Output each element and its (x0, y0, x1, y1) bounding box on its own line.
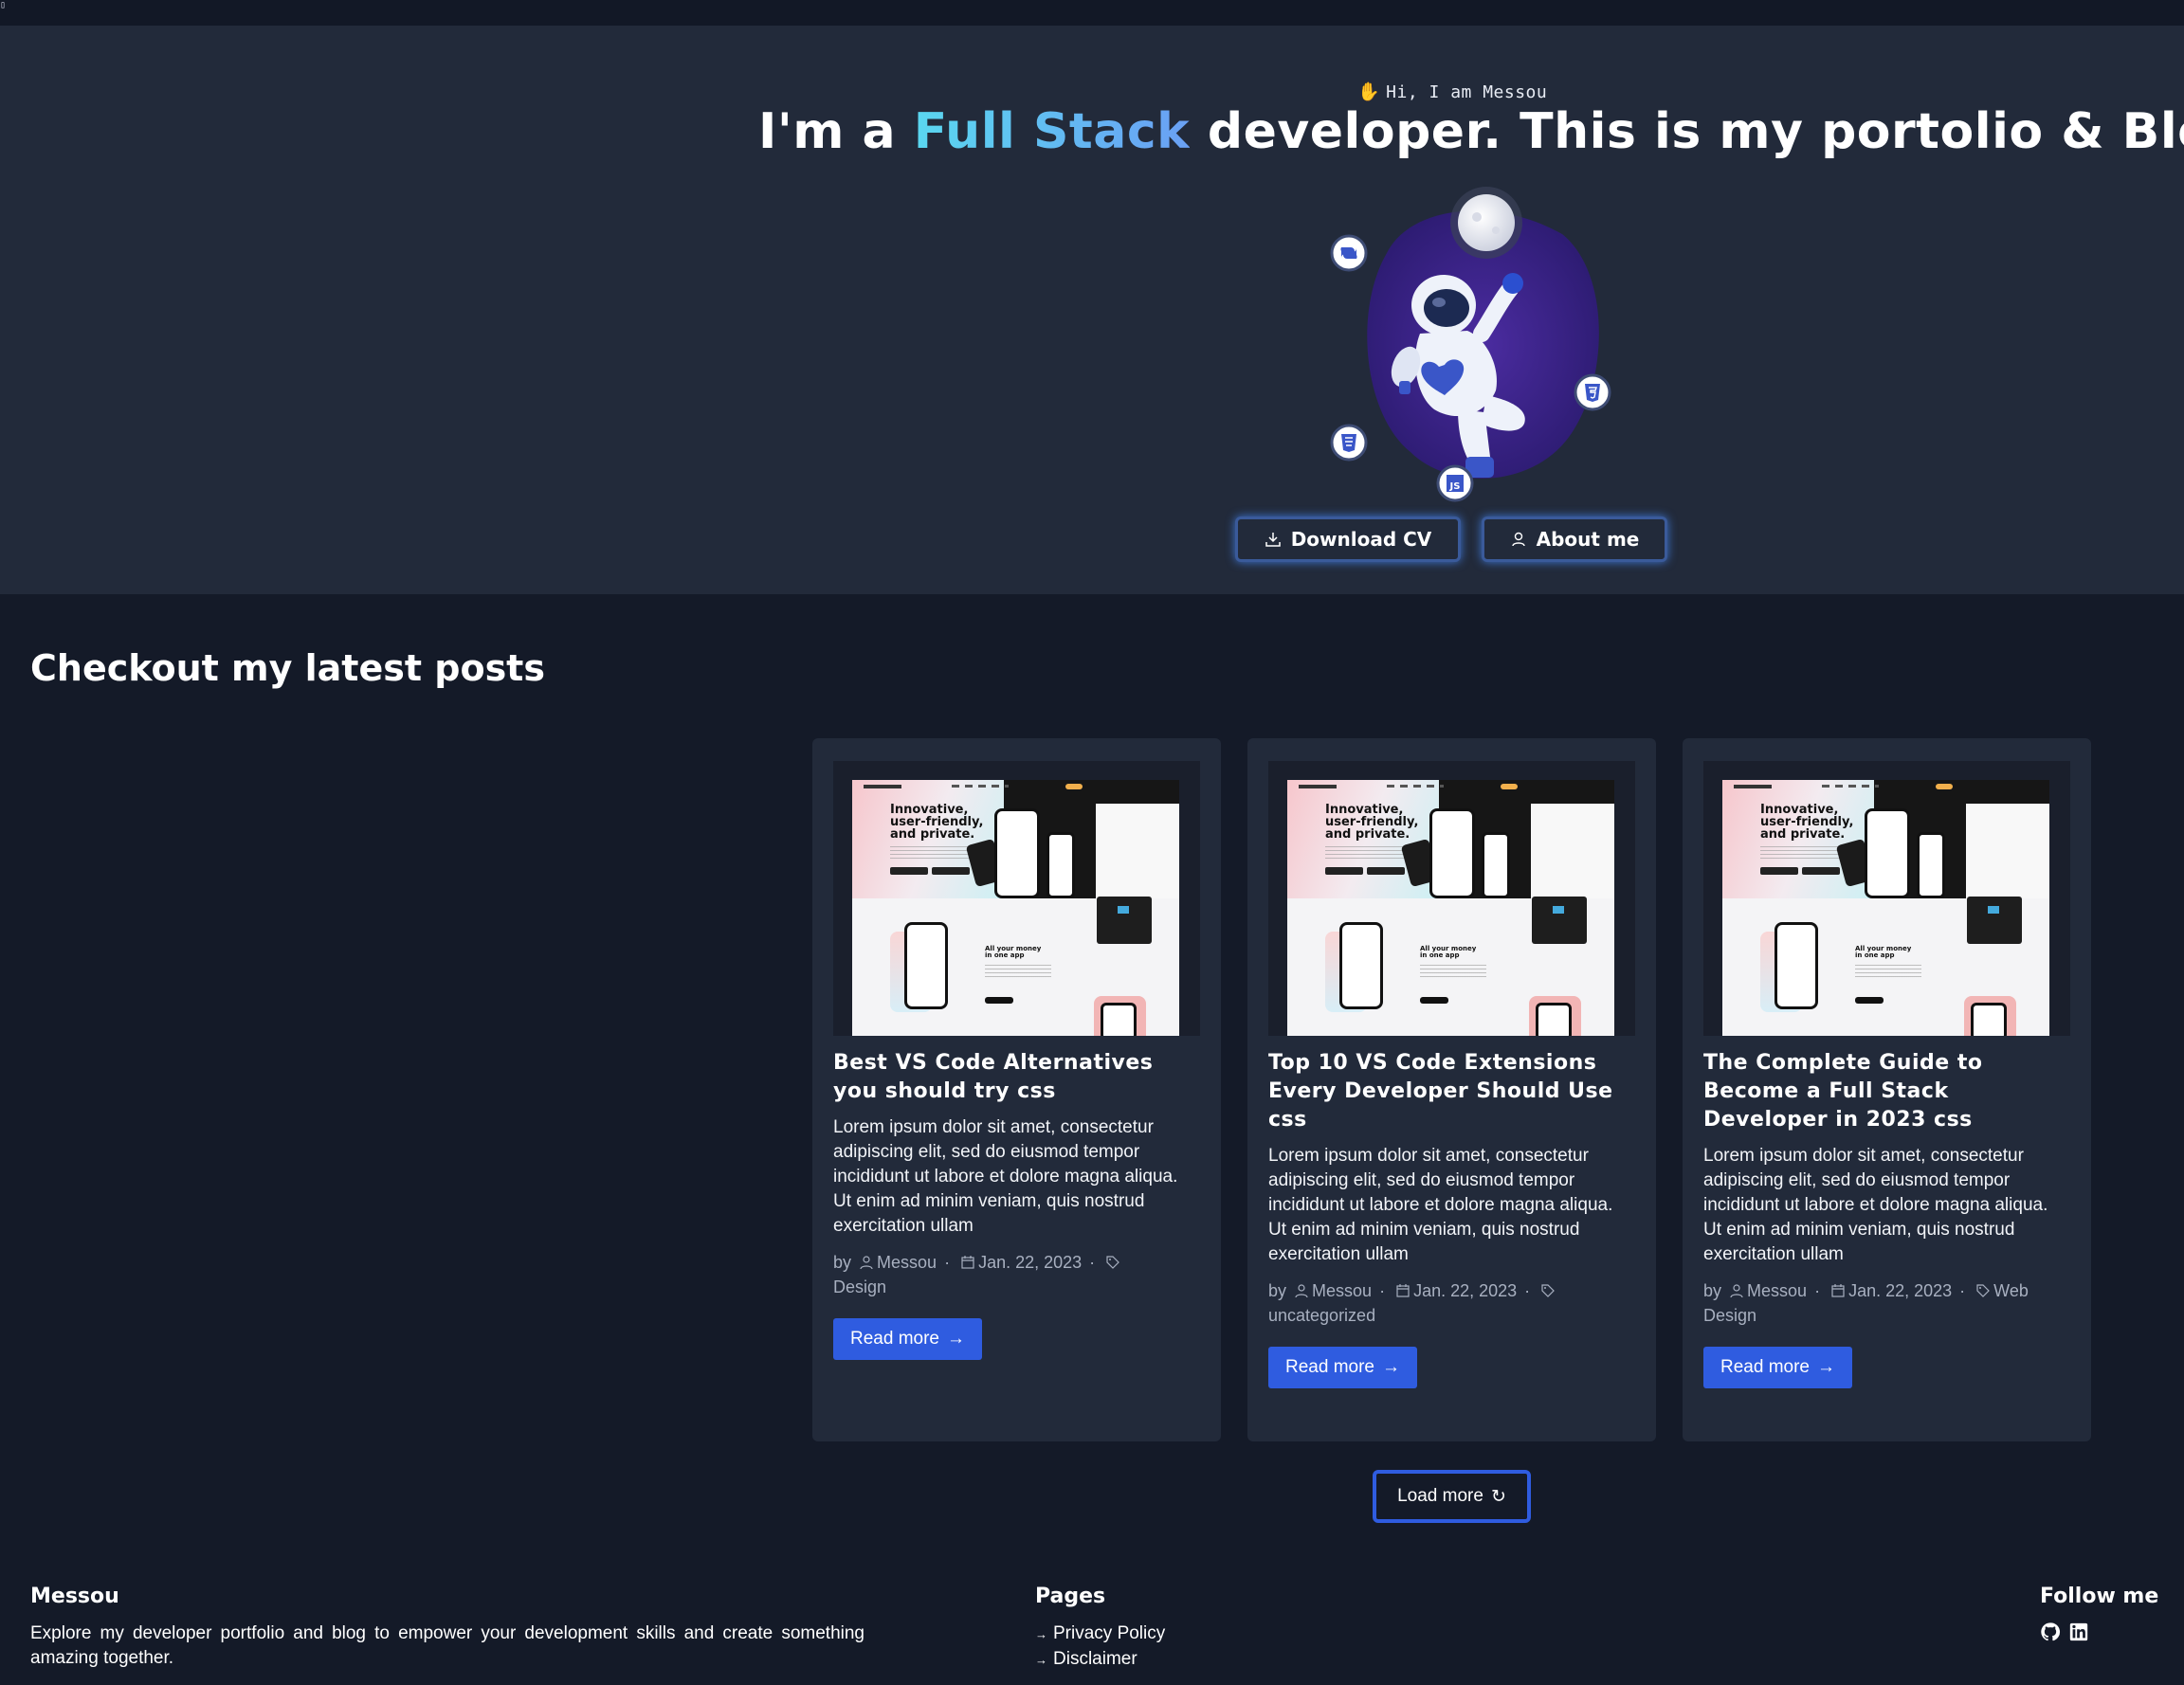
about-me-button[interactable]: About me (1482, 516, 1667, 562)
html5-icon (1574, 373, 1611, 411)
about-me-label: About me (1536, 528, 1640, 551)
arrow-right-icon: → (1035, 1653, 1047, 1667)
read-more-label: Read more (1285, 1357, 1374, 1377)
posts-grid: Innovative, user-friendly, and private. … (812, 738, 2091, 1441)
post-category[interactable]: Design (833, 1277, 886, 1296)
top-bar: ▯ (0, 0, 2184, 26)
github-icon[interactable] (2040, 1622, 2061, 1642)
arrow-right-icon: → (1817, 1357, 1835, 1377)
post-thumbnail[interactable]: Innovative, user-friendly, and private. … (1703, 761, 2070, 1036)
post-card: Innovative, user-friendly, and private. … (812, 738, 1221, 1441)
post-author[interactable]: Messou (1747, 1281, 1807, 1300)
post-card: Innovative, user-friendly, and private. … (1683, 738, 2091, 1441)
footer-brand: Messou (30, 1585, 119, 1608)
headline-pre: I'm a (758, 103, 914, 160)
arrow-right-icon: → (1035, 1627, 1047, 1641)
refresh-icon: ↻ (1490, 1486, 1506, 1507)
meta-by: by (1268, 1281, 1287, 1300)
css3-icon (1330, 424, 1368, 462)
thumbnail-heading: Innovative, user-friendly, and private. (1760, 803, 1854, 842)
user-icon (1295, 1284, 1308, 1298)
astronaut-illustration: JS (1330, 187, 1611, 502)
meta-by: by (833, 1253, 852, 1272)
post-date: Jan. 22, 2023 (1848, 1281, 1953, 1300)
hero-section: ✋ Hi, I am Messou I'm a Full Stack develo… (0, 26, 2184, 594)
footer-link-label: Disclaimer (1053, 1649, 1138, 1669)
tag-icon (1541, 1284, 1556, 1297)
footer-tagline: Explore my developer portfolio and blog … (30, 1623, 864, 1668)
hero-buttons: Download CV About me (1235, 516, 1667, 562)
read-more-label: Read more (850, 1329, 939, 1349)
arrow-right-icon: → (947, 1329, 965, 1349)
load-more-button[interactable]: Load more ↻ (1373, 1470, 1531, 1523)
calendar-icon (961, 1256, 974, 1269)
meta-by: by (1703, 1281, 1722, 1300)
download-cv-label: Download CV (1290, 528, 1432, 551)
user-icon (1730, 1284, 1743, 1298)
thumbnail-subheading: All your money in one app (985, 945, 1042, 959)
python-icon (1330, 234, 1368, 272)
tag-icon (1106, 1256, 1120, 1269)
post-thumbnail[interactable]: Innovative, user-friendly, and private. … (833, 761, 1200, 1036)
post-date: Jan. 22, 2023 (978, 1253, 1083, 1272)
calendar-icon (1831, 1284, 1845, 1297)
footer-pages-title: Pages (1035, 1585, 1106, 1608)
footer-social: Follow me (2040, 1585, 2158, 1642)
footer-link-disclaimer[interactable]: → Disclaimer (1035, 1647, 1165, 1673)
arrow-right-icon: → (1382, 1357, 1400, 1377)
footer-pages: Pages → Privacy Policy → Disclaimer (1035, 1585, 1165, 1673)
post-category[interactable]: uncategorized (1268, 1306, 1375, 1325)
greeting-text: Hi, I am Messou (1386, 82, 1548, 102)
headline-accent: Full Stack (913, 103, 1191, 160)
thumbnail-subheading: All your money in one app (1855, 945, 1912, 959)
footer-about: Messou Explore my developer portfolio an… (30, 1585, 864, 1671)
download-icon (1265, 533, 1281, 547)
user-icon (1511, 532, 1525, 547)
footer-follow-title: Follow me (2040, 1585, 2159, 1608)
post-title[interactable]: The Complete Guide to Become a Full Stac… (1703, 1049, 2070, 1134)
hero-headline: I'm a Full Stack developer. This is my p… (758, 103, 2184, 160)
footer-link-privacy-policy[interactable]: → Privacy Policy (1035, 1622, 1165, 1647)
thumbnail-subheading: All your money in one app (1420, 945, 1477, 959)
headline-post: developer. This is my portolio & Blog. (1190, 103, 2184, 160)
thumbnail-heading: Innovative, user-friendly, and private. (1325, 803, 1419, 842)
post-meta: by Messou · Jan. 22, 2023 · uncategorized (1268, 1278, 1635, 1328)
post-meta: by Messou · Jan. 22, 2023 · Web Design (1703, 1281, 2029, 1325)
javascript-icon: JS (1436, 464, 1474, 502)
thumbnail-heading: Innovative, user-friendly, and private. (890, 803, 984, 842)
load-more-label: Load more (1397, 1486, 1483, 1506)
read-more-label: Read more (1720, 1357, 1810, 1377)
hero-greeting: ✋ Hi, I am Messou (1357, 81, 1547, 102)
post-thumbnail[interactable]: Innovative, user-friendly, and private. … (1268, 761, 1635, 1036)
post-title[interactable]: Best VS Code Alternatives you should try… (833, 1049, 1200, 1106)
post-title[interactable]: Top 10 VS Code Extensions Every Develope… (1268, 1049, 1635, 1134)
post-excerpt: Lorem ipsum dolor sit amet, consectetur … (833, 1117, 1178, 1236)
top-bar-mark: ▯ (0, 0, 7, 10)
post-date: Jan. 22, 2023 (1413, 1281, 1518, 1300)
post-excerpt: Lorem ipsum dolor sit amet, consectetur … (1703, 1146, 2048, 1264)
latest-posts-title: Checkout my latest posts (30, 647, 545, 689)
linkedin-icon[interactable] (2068, 1622, 2089, 1642)
tag-icon (1976, 1284, 1991, 1297)
calendar-icon (1396, 1284, 1410, 1297)
user-icon (860, 1256, 873, 1270)
svg-text:JS: JS (1449, 481, 1461, 492)
waving-hand-icon: ✋ (1357, 82, 1381, 102)
read-more-button[interactable]: Read more → (1703, 1347, 1852, 1388)
read-more-button[interactable]: Read more → (1268, 1347, 1417, 1388)
download-cv-button[interactable]: Download CV (1235, 516, 1461, 562)
read-more-button[interactable]: Read more → (833, 1318, 982, 1360)
post-author[interactable]: Messou (1312, 1281, 1372, 1300)
post-excerpt: Lorem ipsum dolor sit amet, consectetur … (1268, 1146, 1613, 1264)
footer: Messou Explore my developer portfolio an… (0, 1573, 2184, 1685)
post-author[interactable]: Messou (877, 1253, 937, 1272)
post-card: Innovative, user-friendly, and private. … (1247, 738, 1656, 1441)
post-meta: by Messou · Jan. 22, 2023 · Design (833, 1250, 1200, 1299)
footer-link-label: Privacy Policy (1053, 1623, 1166, 1643)
